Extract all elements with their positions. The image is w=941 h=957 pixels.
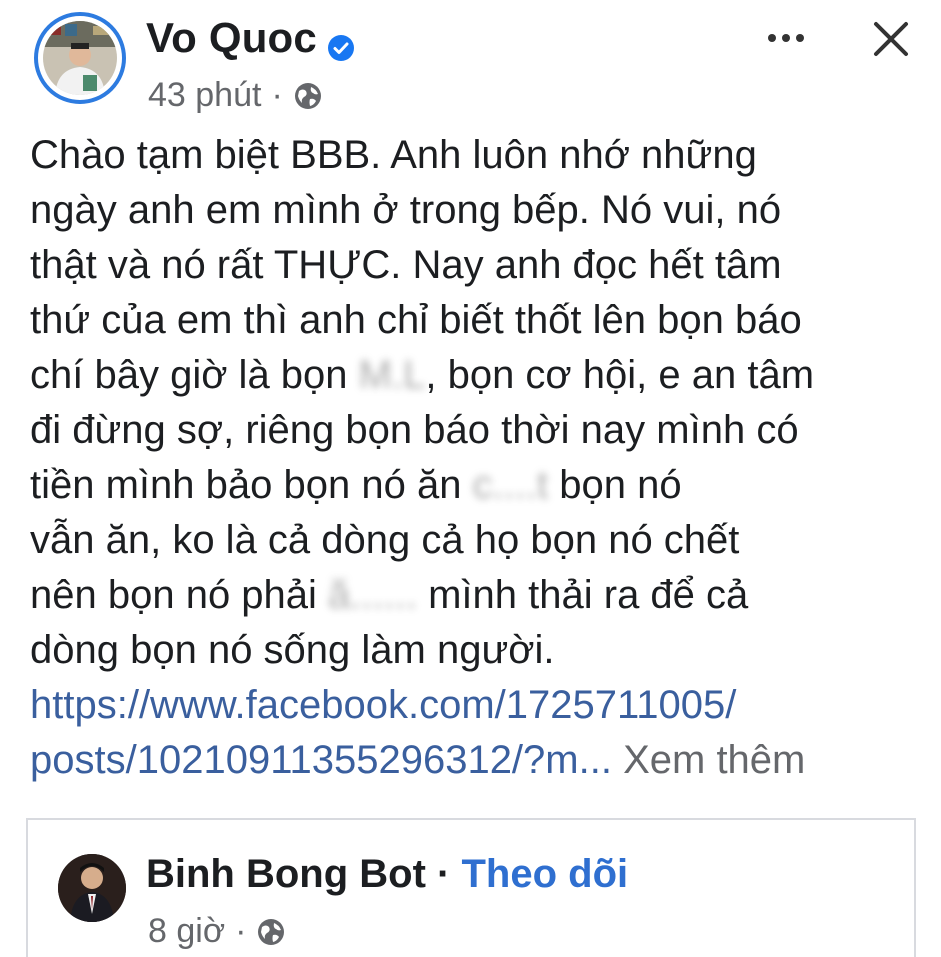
post-text-line: vẫn ăn, ko là cả dòng cả họ bọn nó chết [30,518,740,562]
shared-author-name[interactable]: Binh Bong Bot [146,852,426,896]
text-segment: , bọn cơ hội, e an tâm [425,353,815,397]
text-segment: nên bọn nó phải [30,573,329,617]
text-segment: tiền mình bảo bọn nó ăn [30,463,473,507]
censored-text: c....t [472,463,549,507]
more-dot [782,34,790,42]
post-text-line: đi đừng sợ, riêng bọn báo thời nay mình … [30,408,799,452]
censored-text: M.L [358,353,426,397]
shared-author-row: Binh Bong Bot · Theo dõi [146,852,628,897]
post-text-line: tiền mình bảo bọn nó ăn c....t bọn nó [30,458,920,513]
text-segment: mình thải ra để cả [416,573,749,617]
author-avatar[interactable] [34,12,126,104]
more-dot [796,34,804,42]
post-meta: 43 phút · [148,76,323,115]
post-text: Chào tạm biệt BBB. Anh luôn nhớ những ng… [30,128,920,788]
post-time[interactable]: 43 phút [148,76,261,115]
meta-separator: · [271,76,283,114]
more-options-icon[interactable] [756,18,816,58]
avatar-photo [43,21,117,95]
meta-separator: · [235,912,247,950]
verified-badge-icon [327,24,355,61]
name-separator: · [437,852,451,896]
post-text-line: ngày anh em mình ở trong bếp. Nó vui, nó [30,188,782,232]
post-text-line: chí bây giờ là bọn M.L, bọn cơ hội, e an… [30,348,920,403]
post-text-line: nên bọn nó phải ă...... mình thải ra để … [30,568,920,623]
see-more-link[interactable]: Xem thêm [623,738,805,782]
shared-author-avatar[interactable] [58,854,126,922]
text-segment: chí bây giờ là bọn [30,353,359,397]
follow-button[interactable]: Theo dõi [462,852,629,896]
post-link-line: posts/10210911355296312/?m... Xem thêm [30,733,920,788]
author-name-row: Vo Quoc [146,14,355,62]
post-text-line: thật và nó rất THỰC. Nay anh đọc hết tâm [30,243,782,287]
post-link-line: https://www.facebook.com/1725711005/ [30,678,920,733]
censored-text: ă...... [328,573,417,617]
post-link[interactable]: https://www.facebook.com/1725711005/ [30,683,736,727]
facebook-post: Vo Quoc 43 phút · Chào tạm biệt BBB. Anh… [0,0,941,957]
more-dot [768,34,776,42]
post-text-line: Chào tạm biệt BBB. Anh luôn nhớ những [30,133,757,177]
post-text-line: thứ của em thì anh chỉ biết thốt lên bọn… [30,298,802,342]
text-segment: bọn nó [548,463,682,507]
post-text-line: dòng bọn nó sống làm người. [30,628,555,672]
shared-post-time[interactable]: 8 giờ [148,912,225,951]
shared-post-meta: 8 giờ · [148,912,286,951]
globe-icon [256,917,286,947]
post-link[interactable]: posts/10210911355296312/?m... [30,738,612,782]
author-name[interactable]: Vo Quoc [146,14,317,62]
close-icon[interactable] [866,14,916,64]
globe-icon [293,81,323,111]
